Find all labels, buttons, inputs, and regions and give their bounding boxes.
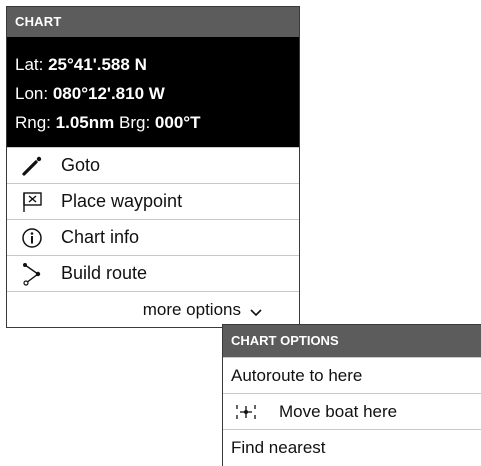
move-boat-icon: [231, 401, 261, 423]
bearing-label: Brg:: [118, 113, 151, 132]
position-info-panel: Lat: 25°41'.588 N Lon: 080°12'.810 W Rng…: [7, 37, 299, 147]
option-move-boat-here[interactable]: Move boat here: [223, 393, 481, 429]
goto-icon: [7, 148, 57, 184]
longitude-label: Lon:: [15, 84, 49, 103]
option-label: Move boat here: [279, 401, 398, 421]
longitude-value: 080°12'.810 W: [52, 84, 165, 103]
chart-context-menu: CHART Lat: 25°41'.588 N Lon: 080°12'.810…: [6, 6, 300, 328]
menu-item-goto[interactable]: Goto: [7, 147, 299, 183]
option-autoroute-to-here[interactable]: Autoroute to here: [223, 357, 481, 393]
latitude-line: Lat: 25°41'.588 N: [15, 50, 299, 79]
menu-item-place-waypoint[interactable]: Place waypoint: [7, 183, 299, 219]
info-icon: [7, 220, 57, 256]
option-find-nearest[interactable]: Find nearest: [223, 429, 481, 465]
more-options-button[interactable]: more options: [7, 291, 299, 327]
menu-item-build-route[interactable]: Build route: [7, 255, 299, 291]
waypoint-flag-icon: [7, 184, 57, 220]
more-options-label: more options: [142, 299, 241, 319]
range-bearing-line: Rng: 1.05nm Brg: 000°T: [15, 108, 299, 137]
range-label: Rng:: [15, 113, 51, 132]
option-label: Find nearest: [231, 437, 326, 457]
latitude-label: Lat:: [15, 55, 44, 74]
build-route-icon: [7, 256, 57, 292]
chart-options-header: CHART OPTIONS: [223, 325, 481, 357]
longitude-line: Lon: 080°12'.810 W: [15, 79, 299, 108]
menu-item-label: Place waypoint: [61, 191, 183, 211]
bearing-value: 000°T: [154, 113, 201, 132]
latitude-value: 25°41'.588 N: [48, 55, 147, 74]
range-value: 1.05nm: [55, 113, 115, 132]
chart-menu-header: CHART: [7, 7, 299, 37]
menu-item-label: Chart info: [61, 227, 140, 247]
chart-options-menu: CHART OPTIONS Autoroute to here Move boa…: [222, 324, 481, 466]
option-label: Autoroute to here: [231, 365, 363, 385]
menu-item-label: Goto: [61, 155, 101, 175]
menu-item-chart-info[interactable]: Chart info: [7, 219, 299, 255]
menu-item-label: Build route: [61, 263, 148, 283]
chevron-down-icon: [249, 303, 263, 323]
